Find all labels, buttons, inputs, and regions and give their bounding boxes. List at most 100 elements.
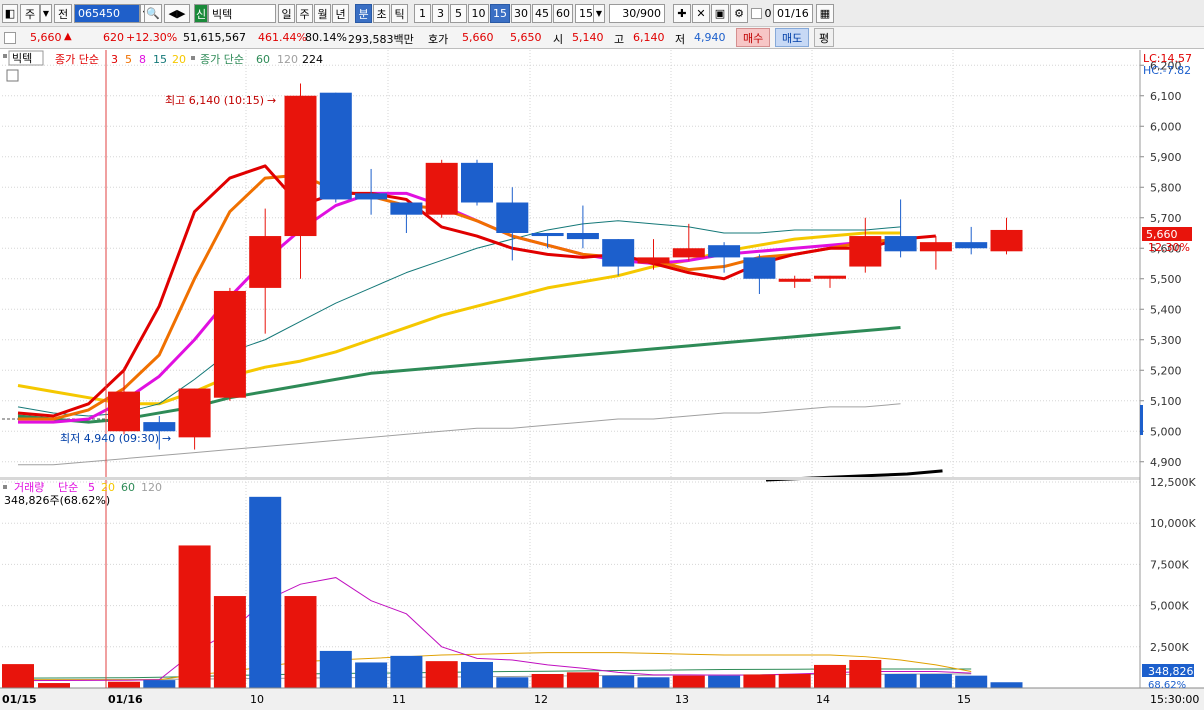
- volume-bar[interactable]: [496, 677, 529, 688]
- volume-bar[interactable]: [778, 673, 811, 688]
- price-tick-label: 5,000: [1150, 425, 1182, 438]
- volume-bar[interactable]: [884, 673, 917, 688]
- legend-toggle-icon[interactable]: [191, 56, 195, 60]
- candle[interactable]: [566, 233, 599, 240]
- volume-bar[interactable]: [2, 664, 34, 688]
- candle[interactable]: [284, 95, 317, 237]
- volume-bar[interactable]: [637, 677, 670, 688]
- volume-bar[interactable]: [390, 655, 423, 688]
- volume-legend-ma120: 120: [141, 481, 162, 494]
- volume-bar[interactable]: [319, 650, 352, 688]
- legend-ma8: 8: [139, 53, 146, 66]
- volume-bar[interactable]: [38, 683, 70, 688]
- candle[interactable]: [496, 202, 529, 234]
- legend-toggle-icon[interactable]: [3, 54, 7, 58]
- candle[interactable]: [672, 248, 705, 258]
- candle[interactable]: [425, 162, 458, 215]
- volume-tick-label: 12,500K: [1150, 476, 1196, 489]
- legend-ma60: 60: [256, 53, 270, 66]
- candle[interactable]: [919, 242, 952, 252]
- legend-ma3: 3: [111, 53, 118, 66]
- candle[interactable]: [390, 202, 423, 215]
- volume-bar[interactable]: [849, 659, 882, 688]
- legend-ma-short-label: 종가 단순: [55, 53, 99, 66]
- candle[interactable]: [531, 233, 564, 237]
- low-annotation: 최저 4,940 (09:30): [60, 432, 159, 445]
- volume-bar[interactable]: [249, 496, 282, 688]
- price-tick-label: 5,800: [1150, 181, 1182, 194]
- volume-legend-ma20: 20: [101, 481, 115, 494]
- price-volume-chart[interactable]: 6,2006,1006,0005,9005,8005,7005,6005,500…: [0, 0, 1204, 710]
- legend-ma5: 5: [125, 53, 132, 66]
- candle[interactable]: [849, 236, 882, 267]
- candle[interactable]: [708, 245, 741, 258]
- volume-bar[interactable]: [672, 675, 705, 688]
- price-tick-label: 5,700: [1150, 212, 1182, 225]
- price-tick-label: 5,900: [1150, 151, 1182, 164]
- ma60-line: [17, 326, 901, 424]
- last-price-percent: 12.30%: [1148, 241, 1190, 254]
- volume-bar[interactable]: [213, 596, 246, 688]
- time-axis-label: 13: [675, 693, 689, 706]
- volume-legend-ma-label: 단순: [58, 481, 78, 494]
- volume-tick-label: 7,500K: [1150, 558, 1189, 571]
- volume-bar[interactable]: [284, 596, 317, 688]
- price-tick-label: 5,500: [1150, 273, 1182, 286]
- price-tick-label: 5,100: [1150, 395, 1182, 408]
- volume-bar[interactable]: [708, 675, 741, 688]
- price-scroll-marker[interactable]: [1140, 405, 1143, 435]
- volume-bar[interactable]: [425, 661, 458, 688]
- candle[interactable]: [355, 193, 388, 200]
- volume-bar[interactable]: [355, 662, 388, 688]
- volume-bar[interactable]: [108, 681, 140, 688]
- last-price-label: 5,660: [1146, 228, 1178, 241]
- candle[interactable]: [955, 242, 988, 249]
- time-axis-label: 01/15: [2, 693, 37, 706]
- candle[interactable]: [637, 257, 670, 264]
- volume-bar[interactable]: [566, 672, 599, 688]
- legend-ma20: 20: [172, 53, 186, 66]
- candle[interactable]: [178, 388, 211, 438]
- panel-divider[interactable]: [0, 477, 1140, 480]
- low-arrow-icon: →: [162, 432, 171, 445]
- price-tick-label: 6,100: [1150, 90, 1182, 103]
- price-tick-label: 5,400: [1150, 303, 1182, 316]
- legend-ma15: 15: [153, 53, 167, 66]
- candle[interactable]: [990, 229, 1023, 252]
- candle[interactable]: [143, 422, 176, 432]
- volume-bar[interactable]: [990, 682, 1023, 688]
- volume-bar[interactable]: [531, 673, 564, 688]
- candle[interactable]: [884, 236, 917, 252]
- legend-stock-name: 빅텍: [12, 52, 32, 65]
- volume-bar[interactable]: [919, 673, 952, 688]
- candle[interactable]: [461, 162, 493, 203]
- time-axis-label: 01/16: [108, 693, 143, 706]
- legend-ma224: 224: [302, 53, 323, 66]
- candle[interactable]: [213, 290, 246, 398]
- high-annotation: 최고 6,140 (10:15): [165, 94, 264, 107]
- volume-bar[interactable]: [743, 674, 776, 688]
- candle[interactable]: [108, 391, 140, 432]
- time-axis-label: 11: [392, 693, 406, 706]
- volume-tick-label: 5,000K: [1150, 600, 1189, 613]
- volume-legend-ma60: 60: [121, 481, 135, 494]
- time-axis-label: 15: [957, 693, 971, 706]
- volume-legend-title: 거래량: [14, 481, 44, 494]
- volume-bar[interactable]: [602, 675, 635, 688]
- legend-ma-long-label: 종가 단순: [200, 53, 244, 66]
- candle[interactable]: [602, 239, 635, 267]
- candle[interactable]: [778, 278, 811, 282]
- candle[interactable]: [743, 257, 776, 279]
- volume-bar[interactable]: [461, 661, 493, 688]
- time-axis-band: [0, 688, 1204, 710]
- legend-toggle-icon[interactable]: [3, 485, 7, 489]
- volume-bar[interactable]: [814, 664, 846, 688]
- grid-icon[interactable]: [6, 69, 19, 82]
- candle[interactable]: [249, 236, 282, 288]
- candle[interactable]: [319, 92, 352, 200]
- candle[interactable]: [814, 275, 846, 279]
- volume-bar[interactable]: [178, 545, 211, 688]
- volume-bar[interactable]: [143, 680, 176, 688]
- volume-bar[interactable]: [955, 675, 988, 688]
- volume-tick-label: 2,500K: [1150, 641, 1189, 654]
